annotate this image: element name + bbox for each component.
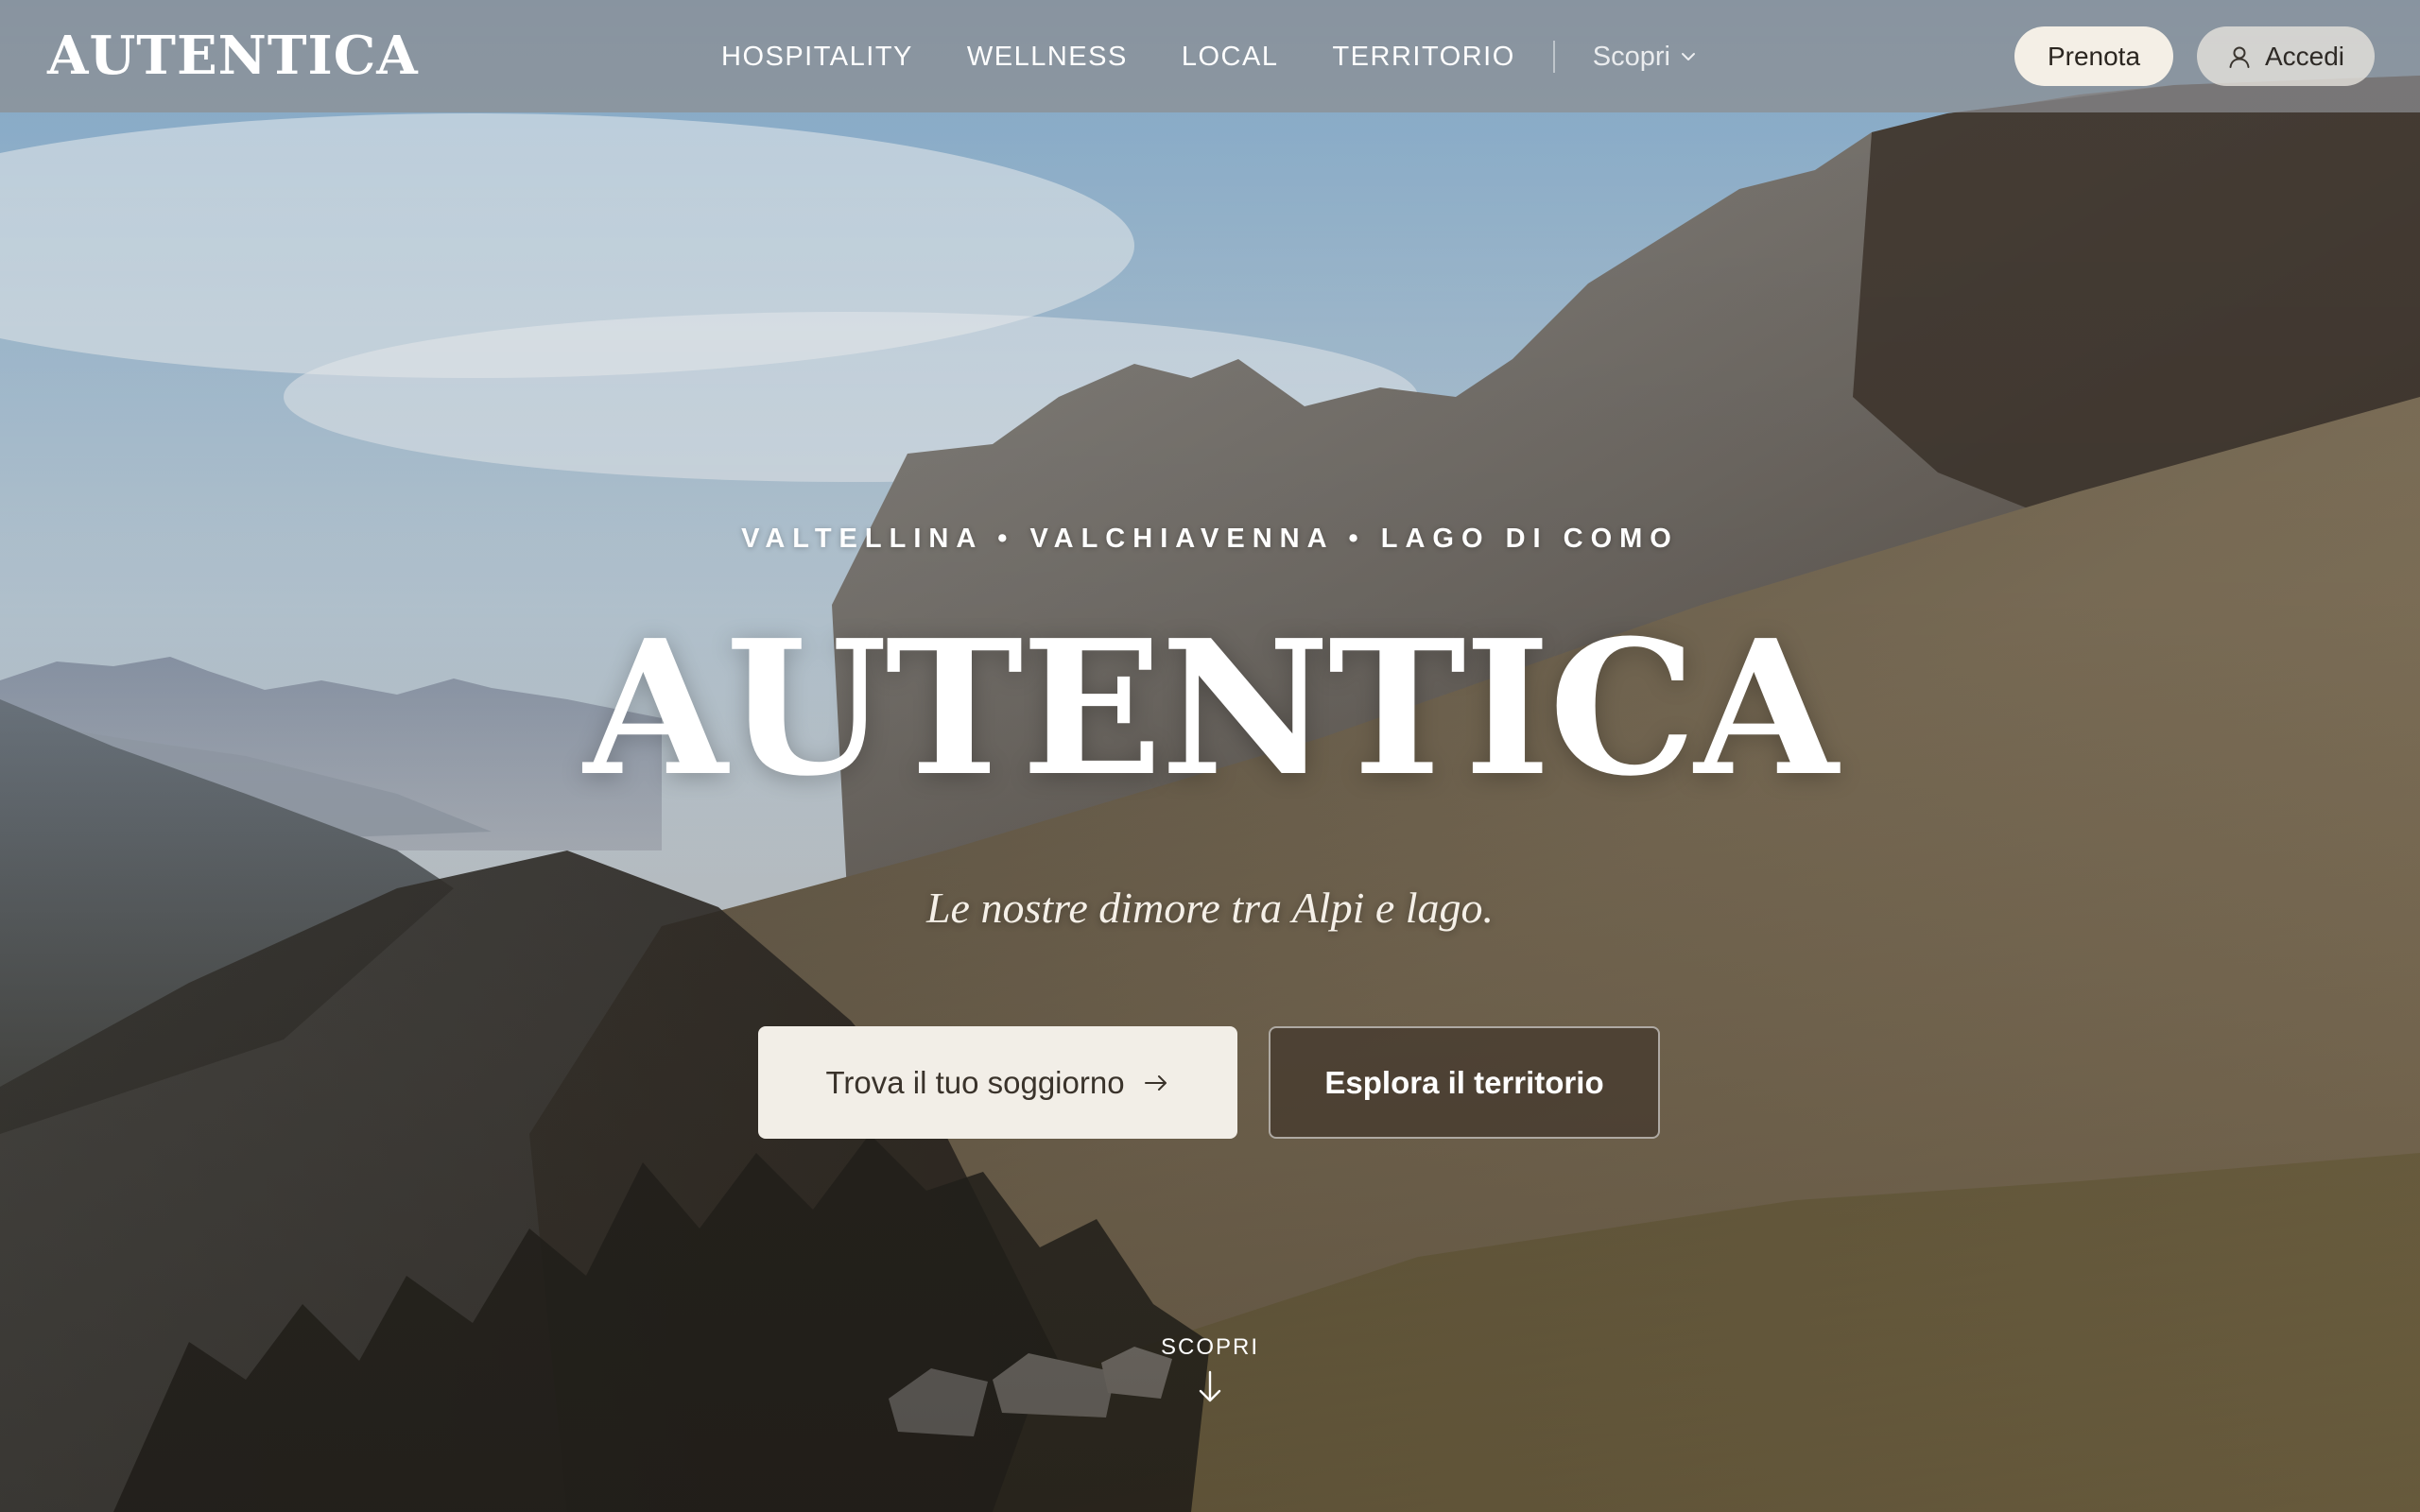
scroll-label: SCOPRI	[1160, 1334, 1259, 1360]
scroll-down-cue[interactable]: SCOPRI	[1115, 1334, 1305, 1411]
hero-title: AUTENTICA	[583, 600, 1838, 817]
nav-divider	[1552, 41, 1555, 73]
main-nav: HOSPITALITY WELLNESS LOCAL TERRITORIO Sc…	[721, 34, 1697, 79]
login-button[interactable]: Accedi	[2197, 26, 2375, 86]
nav-item-wellness[interactable]: WELLNESS	[967, 42, 1128, 73]
top-navigation-bar: AUTENTICA HOSPITALITY WELLNESS LOCAL TER…	[0, 0, 2420, 112]
hero-tagline: Le nostre dimore tra Alpi e lago.	[925, 884, 1495, 932]
chevron-down-icon	[1681, 53, 1695, 60]
find-stay-button[interactable]: Trova il tuo soggiorno	[758, 1026, 1237, 1139]
login-label: Accedi	[2264, 41, 2345, 71]
nav-item-territorio[interactable]: TERRITORIO	[1332, 42, 1514, 73]
find-stay-label: Trova il tuo soggiorno	[825, 1064, 1125, 1100]
nav-more-dropdown[interactable]: Scopri	[1593, 42, 1697, 73]
hero-eyebrow: VALTELLINA • VALCHIAVENNA • LAGO DI COMO	[741, 524, 1679, 554]
brand-logo[interactable]: AUTENTICA	[47, 25, 419, 87]
explore-territory-button[interactable]: Esplora il territorio	[1269, 1026, 1660, 1139]
arrow-right-icon	[1144, 1074, 1167, 1091]
nav-more-label: Scopri	[1592, 41, 1670, 72]
nav-item-local[interactable]: LOCAL	[1182, 42, 1279, 73]
user-icon	[2229, 46, 2250, 68]
book-button[interactable]: Prenota	[2014, 26, 2173, 86]
nav-item-hospitality[interactable]: HOSPITALITY	[721, 42, 913, 73]
arrow-down-icon	[1199, 1370, 1221, 1402]
